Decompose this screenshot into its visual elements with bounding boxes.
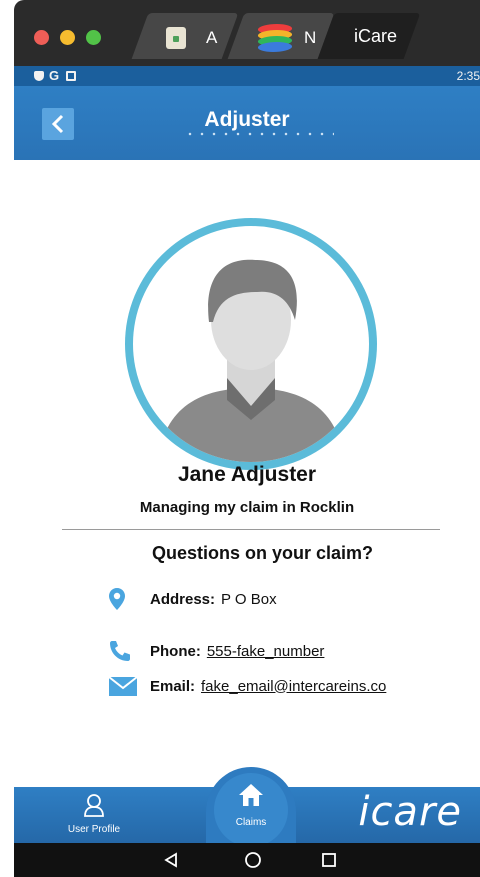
address-value: P O Box [221,590,277,608]
bottom-tab-bar: User Profile Claims icare [14,767,480,847]
tab-2-label: N [304,28,317,47]
phone-label: Phone: [150,642,201,660]
adjuster-profile: Jane Adjuster Managing my claim in Rockl… [14,160,480,787]
close-window-button[interactable] [34,30,49,45]
avatar [125,218,377,470]
address-label: Address: [150,590,216,608]
nav-recents-button[interactable] [318,849,340,871]
window-titlebar: A N iCare [14,0,480,66]
nav-home-button[interactable] [242,849,264,871]
android-nav-bar [14,843,480,877]
google-g-icon: G [49,68,60,83]
page-title: Adjuster [204,108,290,131]
zoom-window-button[interactable] [86,30,101,45]
minimize-window-button[interactable] [60,30,75,45]
adjuster-subtitle: Managing my claim in Rocklin [139,499,355,516]
tab-claims-label: Claims [235,817,267,828]
phone-row: Phone: 555-fake_number [108,640,324,662]
divider [62,529,440,530]
tab-3-label: iCare [354,26,398,46]
home-icon [239,784,263,806]
address-row: Address: P O Box [108,587,277,611]
a-box-icon [66,71,76,81]
document-icon [166,27,186,49]
user-icon [84,794,104,817]
tab-user-profile[interactable]: User Profile [54,793,134,835]
circle-home-icon [245,852,261,868]
map-pin-icon [109,588,125,610]
tab-user-profile-label: User Profile [67,824,121,835]
nav-back-button[interactable] [160,849,182,871]
android-status-bar: G 2:35 [14,66,480,86]
envelope-icon [108,676,138,696]
tab-1-label: A [206,28,218,47]
status-time: 2:35 [456,69,480,83]
contact-heading: Questions on your claim? [152,543,374,563]
square-recents-icon [322,853,336,867]
phone-icon [110,641,130,661]
email-link[interactable]: fake_email@intercareins.co [201,678,386,695]
tab-claims[interactable] [214,773,288,847]
adjuster-name: Jane Adjuster [177,463,317,486]
title-dotted-underline [184,132,334,136]
phone-link[interactable]: 555-fake_number [207,643,325,660]
app-header: Adjuster [14,86,480,160]
bluestacks-icon [256,24,294,52]
triangle-back-icon [164,852,177,868]
shield-icon [34,71,44,81]
icare-logo: icare [358,789,462,835]
email-row: Email: fake_email@intercareins.co [108,675,386,697]
email-label: Email: [150,677,196,695]
